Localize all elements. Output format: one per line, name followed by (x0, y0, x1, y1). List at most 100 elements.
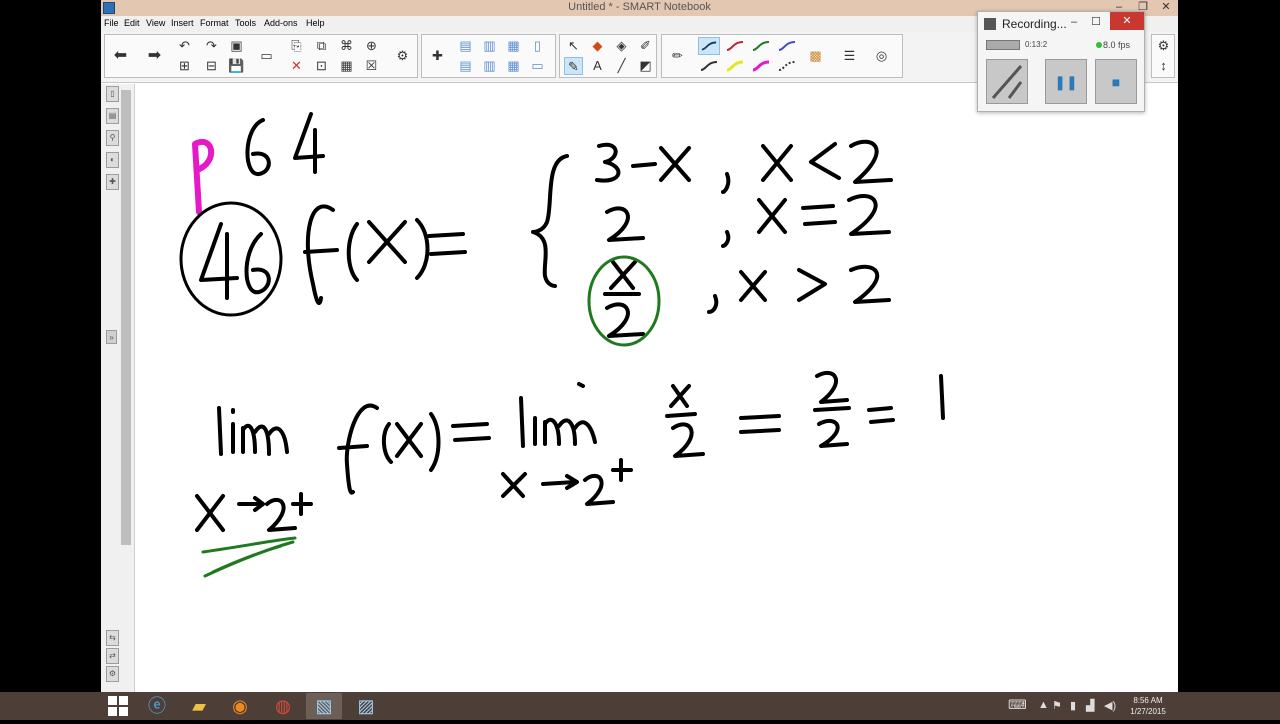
network-icon[interactable]: ▟ (1086, 699, 1094, 712)
chrome-icon[interactable]: ◍ (265, 693, 301, 719)
paste-icon[interactable]: ⎘ (287, 37, 306, 55)
rows-icon[interactable]: ▭ (528, 57, 547, 75)
shapes-icon[interactable]: ◆ (588, 37, 607, 55)
tray-chevron-icon[interactable]: ▲ (1038, 699, 1049, 711)
align-left-icon[interactable]: ▤ (456, 57, 475, 75)
menu-add-ons[interactable]: Add-ons (264, 18, 298, 28)
add-ons-icon[interactable]: ⚙ (393, 47, 412, 65)
recorder-panel: Recording... – ☐ ✕ 0:13:2 8.0 fps ❚❚ ■ (977, 11, 1145, 112)
close-x-icon[interactable]: ☒ (362, 57, 381, 75)
settings-small-icon[interactable]: ⚙ (106, 666, 119, 682)
recorder-minimize-button[interactable]: – (1066, 15, 1082, 29)
line-icon[interactable]: ╱ (612, 57, 631, 75)
move-toolbar-icon[interactable]: ↕ (1154, 57, 1173, 75)
recorder-maximize-button[interactable]: ☐ (1088, 15, 1104, 29)
pen-style-green[interactable] (750, 37, 772, 55)
pen-style-black[interactable] (698, 37, 720, 55)
expand-panel-icon[interactable]: » (106, 330, 117, 344)
properties-tab[interactable]: ◐ (106, 152, 119, 168)
delete-page-icon[interactable]: ⊟ (202, 57, 221, 75)
columns-icon[interactable]: ▯ (528, 37, 547, 55)
align-bottom-icon[interactable]: ▦ (504, 37, 523, 55)
menu-edit[interactable]: Edit (124, 18, 140, 28)
transparency-icon[interactable]: ◎ (872, 47, 891, 65)
delete-icon[interactable]: ✕ (287, 57, 306, 75)
stop-icon: ■ (1111, 74, 1121, 90)
firefox-icon[interactable]: ◉ (222, 693, 258, 719)
auto-hide-icon[interactable]: ⇆ (106, 630, 119, 646)
undo-icon[interactable]: ↶ (175, 37, 194, 55)
recorder-stop-button[interactable]: ■ (1095, 59, 1137, 104)
select-arrow-icon[interactable]: ↖ (564, 37, 583, 55)
pen-style-dark[interactable] (698, 57, 720, 75)
attachments-tab[interactable]: ⚲ (106, 130, 119, 146)
document-camera-icon[interactable]: ⌘ (337, 37, 356, 55)
open-file-icon[interactable]: ▣ (227, 37, 246, 55)
whiteboard-page[interactable] (135, 84, 1178, 692)
align-middle-icon[interactable]: ▥ (480, 37, 499, 55)
color-palette-icon[interactable]: ▩ (806, 47, 825, 65)
clock[interactable]: 8:56 AM 1/27/2015 (1118, 695, 1178, 717)
ink-46 (199, 222, 271, 300)
blank-page-icon[interactable]: ⊞ (175, 57, 194, 75)
eraser-icon[interactable]: ◈ (612, 37, 631, 55)
side-scrollbar[interactable] (121, 90, 131, 545)
internet-explorer-icon[interactable]: ⓔ (139, 693, 175, 719)
align-top-icon[interactable]: ▤ (456, 37, 475, 55)
fill-icon[interactable]: ◩ (636, 57, 655, 75)
menu-insert[interactable]: Insert (171, 18, 194, 28)
pen-style-magenta[interactable] (750, 57, 772, 75)
full-screen-icon[interactable]: ⊡ (312, 57, 331, 75)
pen-style-dotted[interactable] (776, 57, 798, 75)
text-icon[interactable]: A (588, 57, 607, 75)
screen-shade-icon[interactable]: ▭ (257, 47, 276, 65)
puzzle-icon[interactable]: ✚ (428, 47, 447, 65)
start-button[interactable] (100, 693, 136, 719)
line-style-icon[interactable]: ☰ (840, 47, 859, 65)
settings-gear-icon[interactable]: ⚙ (1154, 37, 1173, 55)
recorder-pause-button[interactable]: ❚❚ (1045, 59, 1087, 104)
recorder-close-button[interactable]: ✕ (1110, 12, 1144, 30)
add-ons-tab[interactable]: ✚ (106, 174, 119, 190)
menu-view[interactable]: View (146, 18, 165, 28)
flag-icon[interactable]: ⚑ (1052, 699, 1062, 712)
recorder-time: 0:13:2 (1025, 40, 1048, 49)
file-explorer-icon[interactable]: ▰ (181, 693, 217, 719)
keyboard-icon[interactable]: ⌨ (1008, 697, 1027, 713)
smart-notebook-taskbar-icon[interactable]: ▧ (306, 693, 342, 719)
pen-style-yellow[interactable] (724, 57, 746, 75)
save-icon[interactable]: 💾 (227, 57, 246, 75)
menu-help[interactable]: Help (306, 18, 325, 28)
pens-icon[interactable]: ✎ (564, 57, 583, 75)
recorder-camera-icon (984, 18, 996, 30)
align-center-icon[interactable]: ▥ (480, 57, 499, 75)
screen-capture-icon[interactable]: ⧉ (312, 37, 331, 55)
toolbar-group-tools: ↖ ◆ ◈ ✐ ✎ A ╱ ◩ (559, 34, 657, 78)
previous-page-icon[interactable]: ⬅ (111, 47, 130, 65)
pen-icon[interactable]: ✏ (668, 47, 687, 65)
table-icon[interactable]: ▦ (337, 57, 356, 75)
toolbar-group-page: ⬅ ➡ ↶ ↷ ▣ ⊞ ⊟ 💾 ▭ ⎘ ⧉ ⌘ ⊕ ✕ ⊡ ▦ ☒ ⚙ (104, 34, 418, 78)
move-sidebar-icon[interactable]: ⇄ (106, 648, 119, 664)
close-button[interactable]: ✕ (1154, 0, 1178, 14)
battery-icon[interactable]: ▮ (1070, 699, 1076, 712)
ink-row3-cond (707, 264, 891, 314)
volume-icon[interactable]: ◀) (1104, 699, 1116, 712)
gallery-tab[interactable]: ▤ (106, 108, 119, 124)
page-sorter-tab[interactable]: ▯ (106, 86, 119, 102)
pen-style-red[interactable] (724, 37, 746, 55)
ink-x-to-2plus-left (195, 492, 313, 532)
pen-style-blue[interactable] (776, 37, 798, 55)
globe-icon[interactable]: ⊕ (362, 37, 381, 55)
menu-file[interactable]: File (104, 18, 119, 28)
recorder-taskbar-icon[interactable]: ▨ (348, 693, 384, 719)
ink-green-underline (201, 536, 297, 578)
menu-format[interactable]: Format (200, 18, 229, 28)
next-page-icon[interactable]: ➡ (145, 47, 164, 65)
recorder-draw-button[interactable] (986, 59, 1028, 104)
toolbar-group-extras: ✚ ▤ ▥ ▦ ▯ ▤ ▥ ▦ ▭ (421, 34, 556, 78)
redo-icon[interactable]: ↷ (202, 37, 221, 55)
menu-tools[interactable]: Tools (235, 18, 256, 28)
align-right-icon[interactable]: ▦ (504, 57, 523, 75)
magic-pen-icon[interactable]: ✐ (636, 37, 655, 55)
